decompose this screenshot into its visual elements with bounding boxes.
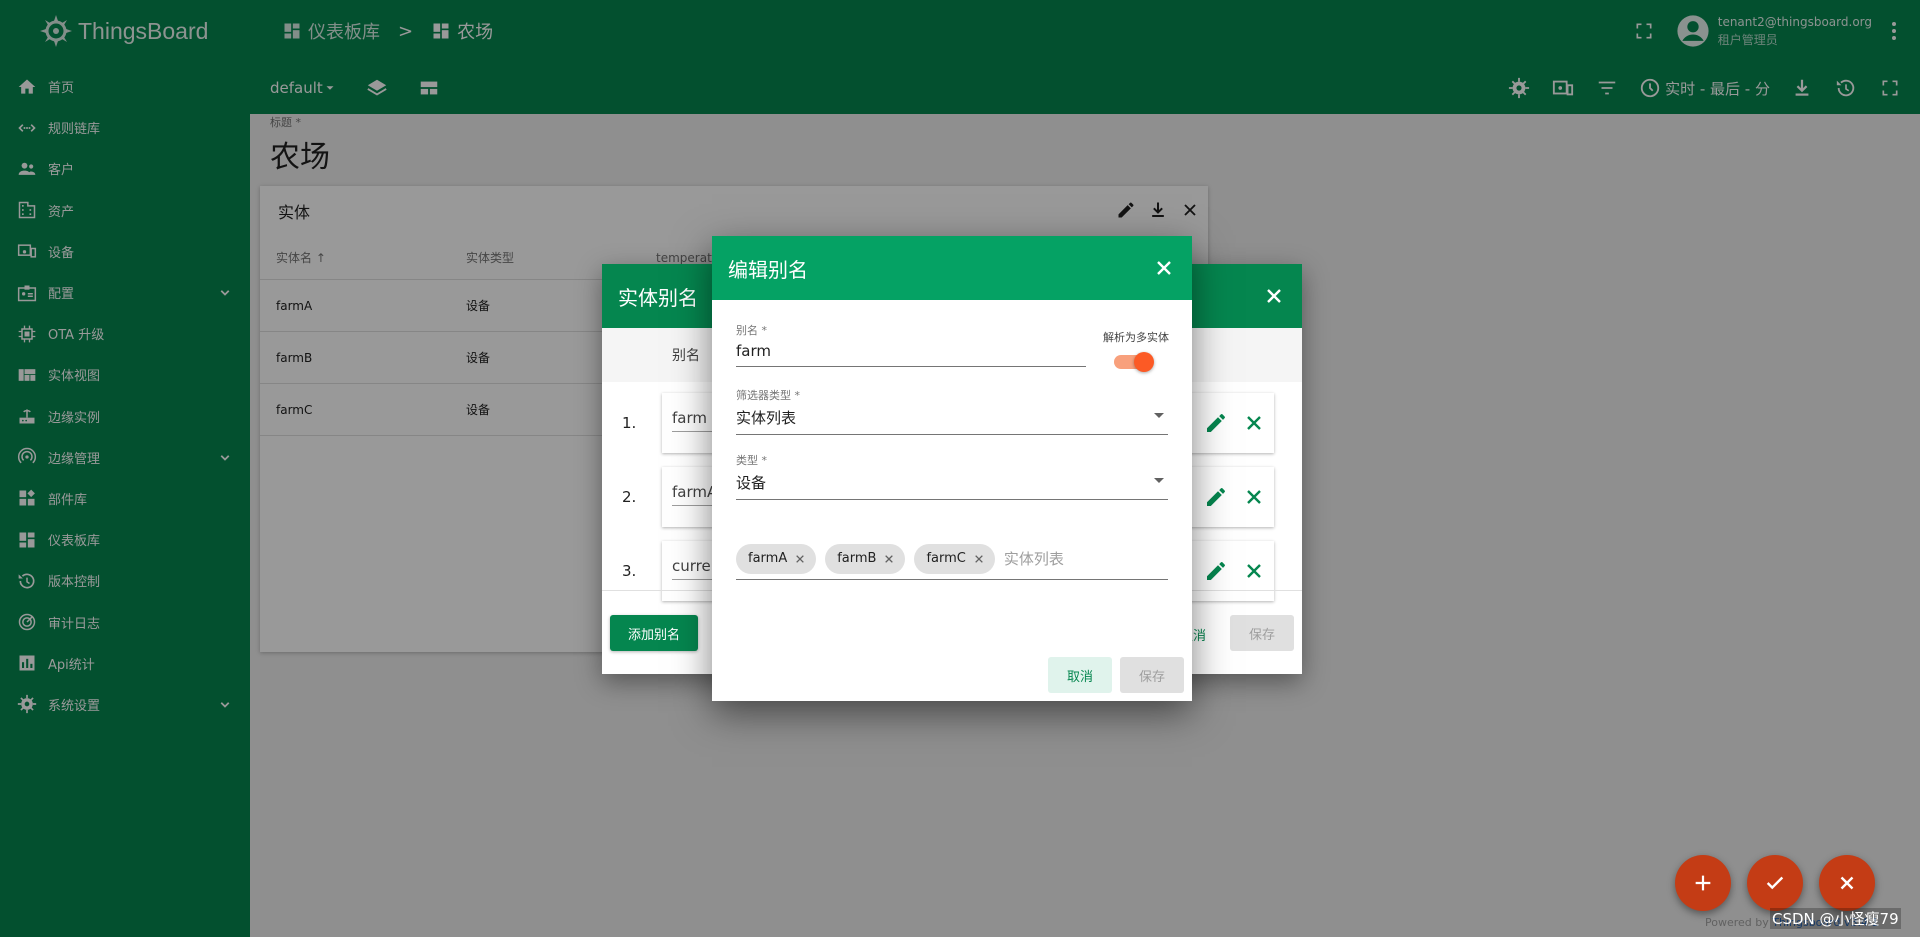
arrow-drop-down-icon bbox=[1154, 413, 1164, 418]
close-icon[interactable] bbox=[1242, 411, 1266, 435]
filter-type-text: 实体列表 bbox=[736, 409, 797, 427]
cancel-button[interactable]: 取消 bbox=[1048, 657, 1112, 693]
close-icon[interactable] bbox=[792, 551, 808, 567]
filter-type-label: 筛选器类型 * bbox=[736, 389, 800, 402]
plus-icon bbox=[1695, 875, 1711, 891]
close-icon bbox=[1840, 876, 1854, 890]
close-icon[interactable] bbox=[1262, 284, 1286, 308]
entity-chip: farmB bbox=[825, 543, 906, 574]
entity-type-label: 类型 * bbox=[736, 454, 767, 467]
alias-index: 1. bbox=[622, 414, 637, 432]
discard-changes-fab[interactable] bbox=[1819, 855, 1875, 911]
edit-alias-dialog: 编辑别名 别名 * farm 解析为多实体 筛选器类型 * 实体列表 类型 * … bbox=[712, 236, 1192, 701]
alias-name-input[interactable]: farm bbox=[736, 342, 1086, 367]
close-icon[interactable] bbox=[1242, 485, 1266, 509]
close-icon[interactable] bbox=[971, 551, 987, 567]
close-icon[interactable] bbox=[881, 551, 897, 567]
dialog-title: 编辑别名 bbox=[728, 257, 808, 282]
edit-icon[interactable] bbox=[1204, 411, 1228, 435]
check-icon bbox=[1766, 876, 1784, 890]
close-icon[interactable] bbox=[1242, 559, 1266, 583]
entity-list-chips: farmA farmB farmC 实体列表 bbox=[736, 538, 1168, 580]
alias-name-field[interactable]: 别名 * farm bbox=[736, 322, 1086, 367]
close-icon[interactable] bbox=[1152, 256, 1176, 280]
entity-list-input[interactable]: 实体列表 bbox=[1004, 548, 1064, 569]
alias-index: 3. bbox=[622, 562, 637, 580]
chip-label: farmC bbox=[926, 551, 966, 566]
arrow-drop-down-icon bbox=[1154, 478, 1164, 483]
resolve-multiple-toggle[interactable]: 解析为多实体 bbox=[1096, 329, 1176, 372]
watermark: CSDN @小怪瘦79 bbox=[1770, 908, 1901, 929]
apply-changes-fab[interactable] bbox=[1747, 855, 1803, 911]
add-widget-fab[interactable] bbox=[1675, 855, 1731, 911]
toggle-knob bbox=[1134, 352, 1154, 372]
save-button[interactable]: 保存 bbox=[1230, 615, 1294, 651]
resolve-multiple-label: 解析为多实体 bbox=[1103, 331, 1169, 344]
add-alias-button[interactable]: 添加别名 bbox=[610, 615, 698, 651]
chip-label: farmA bbox=[748, 551, 788, 566]
dialog-header: 编辑别名 bbox=[712, 236, 1192, 300]
entity-chip: farmA bbox=[736, 543, 817, 574]
filter-type-select[interactable]: 筛选器类型 * 实体列表 bbox=[736, 387, 1168, 435]
entity-type-value: 设备 bbox=[736, 472, 1168, 500]
toggle-track[interactable] bbox=[1114, 352, 1154, 372]
alias-index: 2. bbox=[622, 488, 637, 506]
entity-type-text: 设备 bbox=[736, 474, 767, 492]
edit-icon[interactable] bbox=[1204, 485, 1228, 509]
edit-icon[interactable] bbox=[1204, 559, 1228, 583]
chip-label: farmB bbox=[837, 551, 877, 566]
save-button[interactable]: 保存 bbox=[1120, 657, 1184, 693]
powered-by-text: Powered by bbox=[1705, 916, 1769, 929]
alias-name-label: 别名 * bbox=[736, 324, 767, 337]
entity-chip: farmC bbox=[914, 543, 995, 574]
dialog-title: 实体别名 bbox=[618, 285, 698, 310]
entity-type-select[interactable]: 类型 * 设备 bbox=[736, 452, 1168, 500]
filter-type-value: 实体列表 bbox=[736, 407, 1168, 435]
